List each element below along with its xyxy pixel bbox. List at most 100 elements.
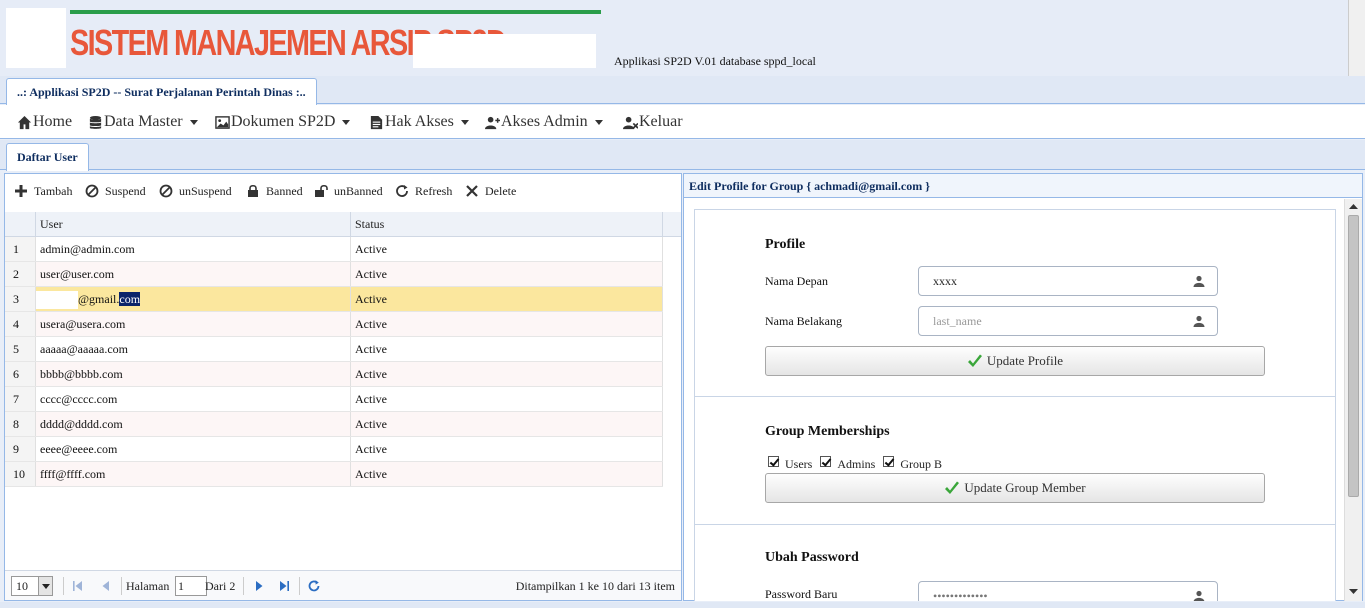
pagination-info: Ditampilkan 1 ke 10 dari 13 item — [515, 579, 675, 593]
divider — [299, 577, 300, 595]
banned-button[interactable]: Banned — [246, 174, 303, 208]
row-number: 6 — [5, 362, 36, 386]
chevron-down-icon — [460, 119, 469, 125]
pagination-bar: 10 Halaman 1 Dari 2 Ditampilkan 1 ke 10 … — [5, 570, 681, 600]
last-name-input[interactable]: last_name — [918, 306, 1218, 336]
table-row-selected[interactable]: 3 @gmail.com Active — [5, 287, 663, 312]
menu-keluar[interactable]: Keluar — [623, 105, 683, 139]
user-status: Active — [351, 437, 663, 461]
scroll-down-icon[interactable] — [1347, 585, 1360, 598]
menu-akses-admin[interactable]: Akses Admin — [485, 105, 603, 139]
reload-icon[interactable] — [307, 579, 321, 593]
menu-dokumen-sp2d[interactable]: Dokumen SP2D — [215, 105, 351, 139]
main-menu: Home Data Master Dokumen SP2D Hak Akses … — [0, 105, 1365, 139]
user-remove-icon — [623, 116, 638, 129]
table-row[interactable]: 10 ffff@ffff.com Active — [5, 462, 663, 487]
chevron-down-icon — [38, 577, 52, 595]
user-status: Active — [351, 312, 663, 336]
row-number: 5 — [5, 337, 36, 361]
document-icon — [370, 115, 383, 129]
edit-profile-panel: Edit Profile for Group { achmadi@gmail.c… — [683, 173, 1363, 601]
page-number-input[interactable]: 1 — [175, 576, 207, 596]
update-group-member-button[interactable]: Update Group Member — [765, 473, 1265, 503]
users-checkbox[interactable] — [768, 456, 779, 467]
ban-icon — [159, 184, 173, 198]
app-version-info: Applikasi SP2D V.01 database sppd_local — [614, 54, 816, 68]
prev-page-icon[interactable] — [99, 579, 113, 593]
table-row[interactable]: 5 aaaaa@aaaaa.com Active — [5, 337, 663, 362]
table-row[interactable]: 8 dddd@dddd.com Active — [5, 412, 663, 437]
unsuspend-button[interactable]: unSuspend — [159, 174, 232, 208]
user-email: usera@usera.com — [36, 312, 351, 336]
table-row[interactable]: 7 cccc@cccc.com Active — [5, 387, 663, 412]
last-page-icon[interactable] — [277, 579, 291, 593]
redacted-area — [36, 291, 78, 310]
edit-profile-title: Edit Profile for Group { achmadi@gmail.c… — [684, 174, 1362, 198]
new-password-value: ••••••••••••• — [933, 589, 988, 601]
page-size-select[interactable]: 10 — [11, 576, 53, 596]
user-email: aaaaa@aaaaa.com — [36, 337, 351, 361]
group-b-checkbox[interactable] — [883, 456, 895, 467]
admins-checkbox[interactable] — [820, 456, 832, 467]
group-membership-card: Group Memberships Users Admins Group B U… — [694, 396, 1336, 525]
update-profile-button[interactable]: Update Profile — [765, 346, 1265, 376]
edit-panel-scrollbar[interactable] — [1344, 199, 1362, 601]
table-row[interactable]: 4 usera@usera.com Active — [5, 312, 663, 337]
user-email-visible: @gmail. — [78, 292, 120, 306]
user-email: user@user.com — [36, 262, 351, 286]
divider — [243, 577, 244, 595]
last-name-label: Nama Belakang — [765, 314, 842, 328]
tambah-button[interactable]: Tambah — [14, 174, 72, 208]
user-status: Active — [351, 412, 663, 436]
row-number: 2 — [5, 262, 36, 286]
row-number: 1 — [5, 237, 36, 261]
menu-home[interactable]: Home — [17, 105, 72, 139]
first-name-input[interactable]: xxxx — [918, 266, 1218, 296]
row-number: 10 — [5, 462, 36, 486]
title-banner: SISTEM MANAJEMEN ARSIP SP2D — [70, 10, 601, 68]
suspend-button[interactable]: Suspend — [85, 174, 146, 208]
table-row[interactable]: 9 eeee@eeee.com Active — [5, 437, 663, 462]
header-scrollbar[interactable] — [1348, 0, 1365, 76]
group-b-checkbox-label: Group B — [900, 457, 943, 471]
update-group-member-label: Update Group Member — [964, 480, 1086, 495]
tab-applikasi-sp2d[interactable]: ..: Applikasi SP2D -- Surat Perjalanan P… — [6, 78, 317, 105]
refresh-label: Refresh — [415, 184, 453, 198]
column-header-status[interactable]: Status — [351, 212, 663, 237]
menu-data-master[interactable]: Data Master — [88, 105, 198, 139]
table-row[interactable]: 2 user@user.com Active — [5, 262, 663, 287]
delete-button[interactable]: Delete — [465, 174, 516, 208]
column-header-user[interactable]: User — [36, 212, 351, 237]
new-password-input[interactable]: ••••••••••••• — [918, 581, 1218, 601]
user-grid: User Status 1 admin@admin.com Active 2 u… — [5, 212, 681, 568]
tab-daftar-user[interactable]: Daftar User — [6, 143, 89, 171]
content-tab-bar: Daftar User — [0, 140, 1365, 171]
user-add-icon — [485, 116, 500, 129]
menu-hak-akses[interactable]: Hak Akses — [369, 105, 469, 139]
next-page-icon[interactable] — [252, 579, 266, 593]
scroll-up-icon[interactable] — [1347, 200, 1360, 213]
table-row[interactable]: 1 admin@admin.com Active — [5, 237, 663, 262]
title-accent-line — [70, 10, 601, 14]
unlock-icon — [315, 184, 328, 197]
profile-heading: Profile — [765, 237, 806, 252]
change-password-card: Ubah Password Password Baru ••••••••••••… — [694, 524, 1336, 601]
scrollbar-thumb[interactable] — [1348, 215, 1359, 497]
refresh-button[interactable]: Refresh — [395, 174, 452, 208]
user-email: dddd@dddd.com — [36, 412, 351, 436]
user-email: @gmail.com — [36, 287, 351, 311]
user-status: Active — [351, 362, 663, 386]
title-blank-area — [413, 34, 596, 68]
user-email: admin@admin.com — [36, 237, 351, 261]
row-number: 9 — [5, 437, 36, 461]
lock-icon — [248, 184, 258, 197]
user-email: ffff@ffff.com — [36, 462, 351, 486]
refresh-icon — [396, 185, 408, 197]
first-page-icon[interactable] — [71, 579, 85, 593]
page-size-value: 10 — [16, 579, 28, 593]
user-email: eeee@eeee.com — [36, 437, 351, 461]
group-memberships-heading: Group Memberships — [765, 424, 890, 439]
user-status: Active — [351, 462, 663, 486]
unbanned-button[interactable]: unBanned — [314, 174, 383, 208]
table-row[interactable]: 6 bbbb@bbbb.com Active — [5, 362, 663, 387]
